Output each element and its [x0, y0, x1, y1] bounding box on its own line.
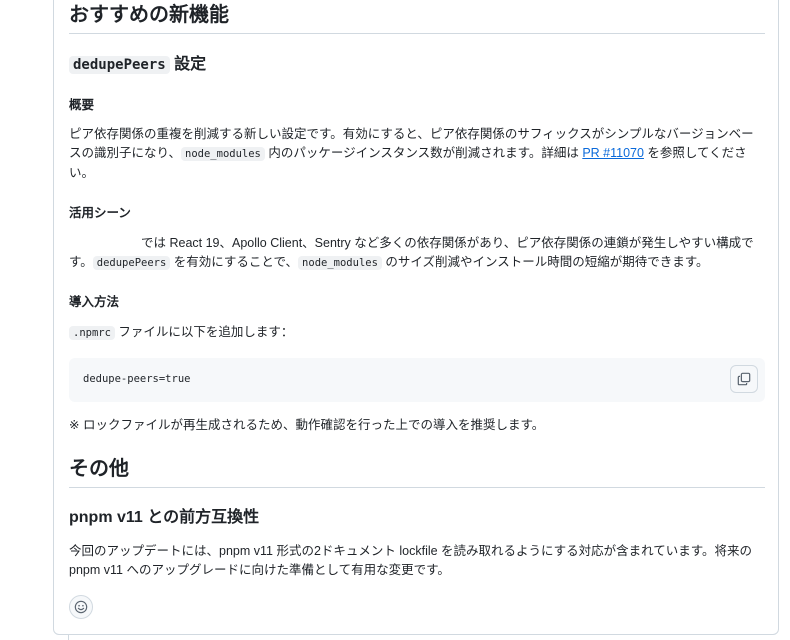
compat-title: pnpm v11 との前方互換性 [69, 509, 260, 526]
feature-title-suffix: 設定 [169, 56, 207, 73]
comment-card [53, 0, 779, 635]
timeline-rail [68, 634, 69, 640]
usecase-paragraph: では React 19、Apollo Client、Sentry など多くの依存… [69, 234, 765, 273]
usecase-text-3: のサイズ削減やインストール時間の短縮が期待できます。 [381, 255, 709, 269]
install-paragraph: .npmrc ファイルに以下を追加します： [69, 323, 293, 343]
note-paragraph: ※ ロックファイルが再生成されるため、動作確認を行った上での導入を推奨します。 [69, 418, 545, 432]
copy-button[interactable] [730, 365, 758, 393]
code-block-content: dedupe-peers=true [83, 373, 191, 385]
section-title-other: その他 [69, 458, 129, 480]
feature-title-code: dedupePeers [69, 56, 170, 74]
smiley-icon [74, 600, 88, 614]
usecase-text-2: を有効にすることで、 [170, 255, 299, 269]
overview-text-2: 内のパッケージインスタンス数が削減されます。詳細は [264, 146, 583, 160]
section-divider [69, 33, 765, 34]
install-heading: 導入方法 [69, 295, 120, 309]
install-text: ファイルに以下を追加します： [114, 325, 294, 339]
install-code: .npmrc [69, 326, 115, 340]
code-block: dedupe-peers=true [69, 358, 765, 402]
overview-heading: 概要 [69, 98, 95, 112]
add-reaction-button[interactable] [69, 595, 93, 619]
usecase-heading: 活用シーン [69, 206, 131, 220]
overview-paragraph: ピア依存関係の重複を削減する新しい設定です。有効にすると、ピア依存関係のサフィッ… [69, 125, 765, 183]
compat-paragraph: 今回のアップデートには、pnpm v11 形式の2ドキュメント lockfile… [69, 544, 753, 577]
usecase-code-1: dedupePeers [92, 256, 171, 270]
copy-icon [737, 372, 751, 386]
pr-link[interactable]: PR #11070 [582, 146, 644, 160]
section-title-recommended: おすすめの新機能 [69, 4, 229, 26]
feature-title: dedupePeers 設定 [69, 54, 206, 76]
overview-code: node_modules [181, 147, 265, 161]
section-divider-2 [69, 487, 765, 488]
usecase-code-2: node_modules [298, 256, 382, 270]
